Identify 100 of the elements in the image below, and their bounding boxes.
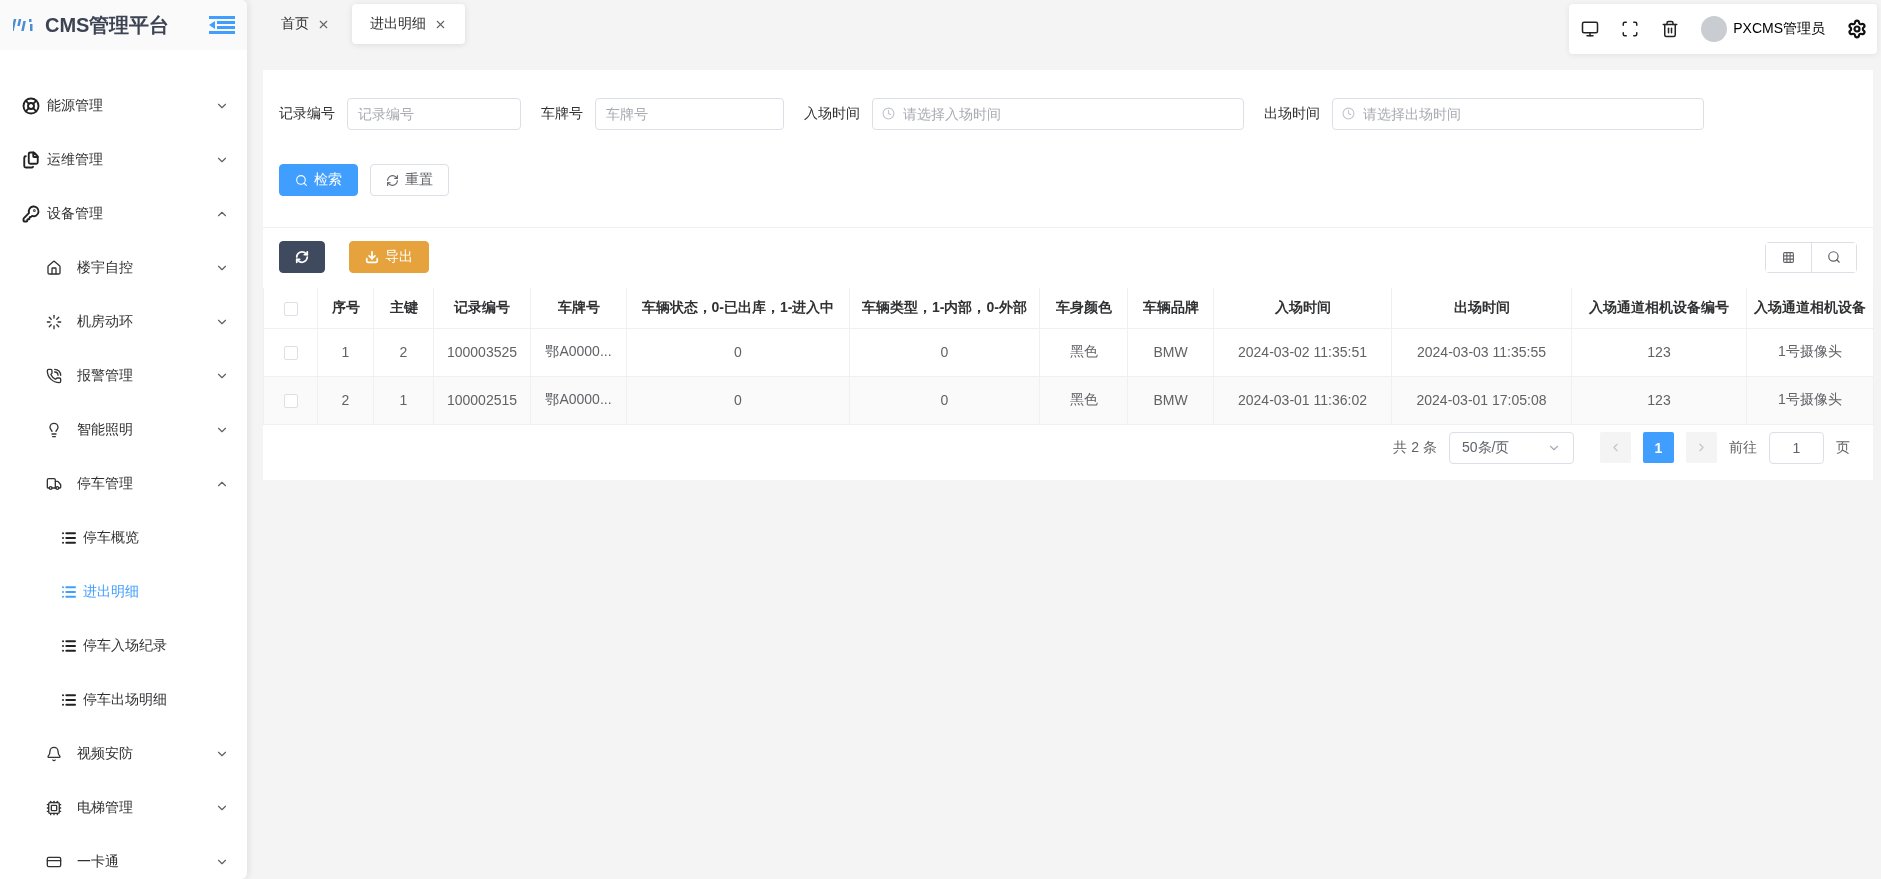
column-header: 车牌号: [530, 288, 627, 328]
column-header: 车辆类型，1-内部，0-外部: [849, 288, 1040, 328]
files-icon: [22, 151, 40, 169]
table-cell: 鄂A0000...: [530, 328, 627, 376]
fullscreen-icon[interactable]: [1621, 20, 1640, 38]
list-icon: [61, 584, 77, 600]
menu-item[interactable]: 视频安防: [0, 727, 247, 781]
app-title: CMS管理平台: [45, 12, 171, 38]
field-label: 入场时间: [804, 105, 860, 123]
lifebuoy-icon: [22, 97, 40, 115]
page-suffix: 页: [1836, 438, 1850, 457]
table-cell: 123: [1571, 328, 1747, 376]
input-field[interactable]: 车牌号: [595, 98, 784, 130]
column-header: 车辆品牌: [1127, 288, 1214, 328]
table-cell: 100002515: [433, 376, 531, 424]
table-cell: 1号摄像头: [1746, 328, 1874, 376]
table-cell: 0: [626, 328, 850, 376]
bell-icon: [46, 746, 62, 762]
clock-icon: [1342, 107, 1355, 120]
table-cell: 2: [373, 328, 434, 376]
download-icon: [365, 250, 379, 264]
lightbulb-icon: [46, 422, 62, 438]
table-cell: 2024-03-02 11:35:51: [1213, 328, 1392, 376]
column-header: 记录编号: [433, 288, 531, 328]
monitor-icon[interactable]: [1581, 20, 1600, 38]
table-cell: 黑色: [1039, 328, 1128, 376]
menu-item[interactable]: 智能照明: [0, 403, 247, 457]
field-label: 出场时间: [1264, 105, 1320, 123]
table-cell: 1: [317, 328, 374, 376]
table-cell: 2: [317, 376, 374, 424]
refresh-button[interactable]: [279, 241, 325, 273]
column-header: 入场时间: [1213, 288, 1392, 328]
goto-label: 前往: [1729, 438, 1757, 457]
column-header: 车身颜色: [1039, 288, 1128, 328]
column-header: 车辆状态，0-已出库，1-进入中: [626, 288, 850, 328]
clock-icon: [882, 107, 895, 120]
menu-item[interactable]: 运维管理: [0, 133, 247, 187]
list-icon: [61, 692, 77, 708]
menu-item[interactable]: 机房动环: [0, 295, 247, 349]
reset-button[interactable]: 重置: [370, 164, 449, 196]
table-cell: 0: [849, 328, 1040, 376]
card-icon: [46, 854, 62, 870]
table-cell: 鄂A0000...: [530, 376, 627, 424]
search-icon: [1827, 250, 1841, 264]
menu-item[interactable]: 停车管理: [0, 457, 247, 511]
list-icon: [61, 638, 77, 654]
page-tab[interactable]: 首页: [263, 4, 348, 44]
table-cell: 0: [849, 376, 1040, 424]
table-cell: BMW: [1127, 328, 1214, 376]
table-cell: 1号摄像头: [1746, 376, 1874, 424]
list-icon: [61, 530, 77, 546]
refresh-icon: [295, 250, 309, 264]
menu-item[interactable]: 能源管理: [0, 79, 247, 133]
date-picker[interactable]: 请选择出场时间: [1332, 98, 1704, 130]
table-cell: 黑色: [1039, 376, 1128, 424]
menu-item[interactable]: 报警管理: [0, 349, 247, 403]
field-label: 记录编号: [279, 105, 335, 123]
submenu-item[interactable]: 停车入场纪录: [0, 619, 247, 673]
menu-item[interactable]: 楼宇自控: [0, 241, 247, 295]
table-cell: 2024-03-03 11:35:55: [1391, 328, 1572, 376]
key-icon: [22, 205, 40, 223]
loader-icon: [46, 314, 62, 330]
column-header: 序号: [317, 288, 374, 328]
table-cell: 0: [626, 376, 850, 424]
column-header: 主键: [373, 288, 434, 328]
field-label: 车牌号: [541, 105, 583, 123]
menu-item[interactable]: 电梯管理: [0, 781, 247, 835]
table-cell: 100003525: [433, 328, 531, 376]
total-count: 共 2 条: [1393, 438, 1437, 457]
submenu-item[interactable]: 停车出场明细: [0, 673, 247, 727]
page-size-select[interactable]: 50条/页: [1449, 431, 1574, 464]
table-cell: 1: [373, 376, 434, 424]
submenu-item[interactable]: 停车概览: [0, 511, 247, 565]
truck-icon: [46, 476, 62, 492]
menu-item[interactable]: 设备管理: [0, 187, 247, 241]
refresh-icon: [386, 173, 399, 187]
trash-icon[interactable]: [1661, 20, 1680, 38]
table-cell: BMW: [1127, 376, 1214, 424]
menu-collapse-icon[interactable]: [209, 16, 235, 34]
date-picker[interactable]: 请选择入场时间: [872, 98, 1244, 130]
input-field[interactable]: 记录编号: [347, 98, 521, 130]
search-icon: [295, 173, 308, 187]
chip-icon: [46, 800, 62, 816]
column-header: 入场通道相机设备编号: [1571, 288, 1747, 328]
menu-item[interactable]: 一卡通: [0, 835, 247, 879]
user-name[interactable]: PXCMS管理员: [1733, 20, 1825, 38]
column-header: 出场时间: [1391, 288, 1572, 328]
grid-icon: [1782, 250, 1795, 264]
search-toggle-button[interactable]: [1811, 242, 1856, 272]
phone-icon: [46, 368, 62, 384]
checkbox[interactable]: [283, 301, 298, 316]
checkbox[interactable]: [283, 394, 298, 409]
table-cell: 2024-03-01 17:05:08: [1391, 376, 1572, 424]
house-icon: [46, 260, 62, 276]
checkbox[interactable]: [283, 346, 298, 361]
table-cell: 123: [1571, 376, 1747, 424]
page-input[interactable]: 1: [1769, 431, 1824, 464]
page-tab[interactable]: 进出明细: [352, 4, 465, 44]
settings-icon[interactable]: [1847, 19, 1867, 39]
logo-icon: [13, 18, 35, 32]
